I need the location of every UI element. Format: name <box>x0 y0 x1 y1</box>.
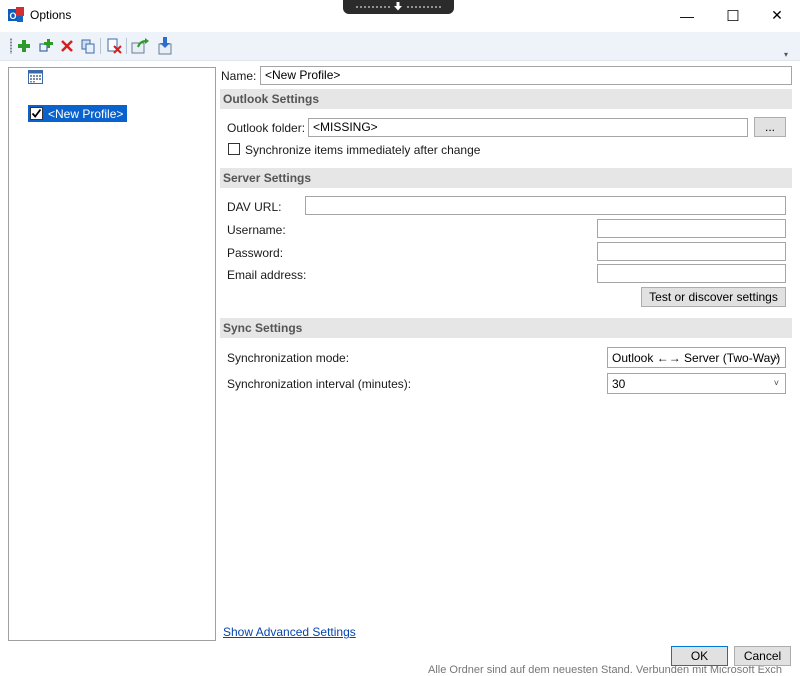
grip-dots-left <box>355 5 391 9</box>
maximize-button[interactable]: ☐ <box>710 0 756 31</box>
sync-interval-value: 30 <box>612 376 626 391</box>
profile-checkbox[interactable] <box>30 107 43 120</box>
name-label: Name: <box>221 69 257 83</box>
username-label: Username: <box>227 223 286 237</box>
show-advanced-settings-link[interactable]: Show Advanced Settings <box>223 625 356 639</box>
minimize-button[interactable]: — <box>664 0 710 31</box>
down-arrow-icon <box>394 2 402 11</box>
profile-tree-panel <box>8 67 216 641</box>
password-field[interactable] <box>597 242 786 261</box>
toolbar-grip <box>10 38 12 54</box>
chevron-down-icon: ˅ <box>773 352 779 362</box>
close-button[interactable]: ✕ <box>754 0 800 31</box>
export-options-icon[interactable] <box>131 37 149 55</box>
sync-immediately-label: Synchronize items immediately after chan… <box>245 143 481 157</box>
tree-item-new-profile[interactable]: <New Profile> <box>28 105 128 122</box>
tree-item-label: <New Profile> <box>48 106 124 121</box>
chevron-down-icon: ˅ <box>773 378 779 388</box>
toolbar-separator <box>100 38 101 54</box>
toolbar-separator <box>126 38 127 54</box>
ok-button[interactable]: OK <box>671 646 728 666</box>
calendar-icon <box>28 70 43 87</box>
sync-interval-dropdown[interactable]: 30 ˅ <box>607 373 786 394</box>
copy-profile-icon[interactable] <box>79 37 97 55</box>
test-discover-button[interactable]: Test or discover settings <box>641 287 786 307</box>
outlook-folder-field[interactable]: <MISSING> <box>308 118 748 137</box>
sync-mode-dropdown[interactable]: Outlook ←→ Server (Two-Way) ˅ <box>607 347 786 368</box>
delete-profile-icon[interactable] <box>58 37 76 55</box>
import-options-icon[interactable] <box>156 37 174 55</box>
outlook-settings-header: Outlook Settings <box>220 89 792 109</box>
window-title: Options <box>30 8 72 22</box>
profile-name-field[interactable]: <New Profile> <box>260 66 792 85</box>
sync-immediately-checkbox[interactable] <box>228 143 240 155</box>
dav-url-label: DAV URL: <box>227 200 282 214</box>
password-label: Password: <box>227 246 284 260</box>
add-multiple-profiles-icon[interactable] <box>37 37 55 55</box>
background-status-text: Alle Ordner sind auf dem neuesten Stand.… <box>428 664 783 676</box>
cancel-button[interactable]: Cancel <box>734 646 791 666</box>
grip-dots-right <box>406 5 442 9</box>
title-bar: O Options — ☐ ✕ <box>0 0 800 31</box>
sync-mode-label: Synchronization mode: <box>227 351 350 365</box>
clear-cache-icon[interactable] <box>105 37 123 55</box>
outlook-folder-label: Outlook folder: <box>227 121 306 135</box>
browse-folder-button[interactable]: ... <box>754 117 786 137</box>
svg-text:O: O <box>10 11 17 21</box>
app-icon: O <box>8 7 24 23</box>
sync-interval-label: Synchronization interval (minutes): <box>227 377 412 391</box>
sync-mode-value: Outlook ←→ Server (Two-Way) <box>612 350 781 365</box>
toolbar: ▾ <box>0 32 800 61</box>
sync-settings-header: Sync Settings <box>220 318 792 338</box>
email-label: Email address: <box>227 268 307 282</box>
remote-toolbar-handle[interactable] <box>343 0 454 14</box>
dav-url-field[interactable] <box>305 196 786 215</box>
username-field[interactable] <box>597 219 786 238</box>
email-field[interactable] <box>597 264 786 283</box>
server-settings-header: Server Settings <box>220 168 792 188</box>
toolbar-overflow-icon[interactable]: ▾ <box>784 50 788 59</box>
add-profile-icon[interactable] <box>15 37 33 55</box>
